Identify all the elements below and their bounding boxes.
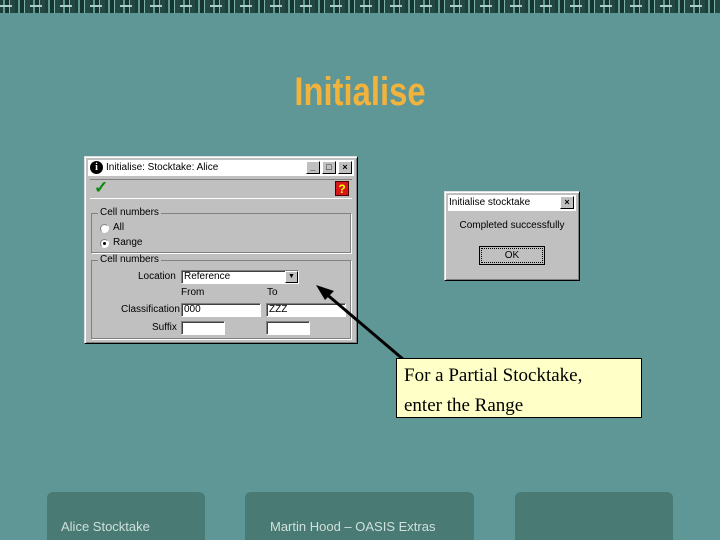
maximize-button[interactable]: □ xyxy=(322,161,336,174)
classification-to-input[interactable]: ZZZ xyxy=(266,303,346,317)
ok-button-label: OK xyxy=(481,248,543,263)
classification-label: Classification xyxy=(121,304,180,315)
cell-numbers-group-2: Cell numbers Location Reference ▼ From T… xyxy=(91,254,351,339)
slide-title: Initialise xyxy=(294,70,426,114)
suffix-from-input[interactable] xyxy=(181,321,225,335)
minimize-button[interactable]: _ xyxy=(306,161,320,174)
close-button[interactable]: × xyxy=(560,196,574,209)
footer-right-box xyxy=(515,492,673,540)
message-window-titlebar[interactable]: Initialise stocktake × xyxy=(448,195,576,211)
radio-range[interactable] xyxy=(100,239,109,248)
suffix-to-input[interactable] xyxy=(266,321,310,335)
cell-numbers-group-1: Cell numbers All Range xyxy=(91,207,351,253)
toolbar: ✓ ? xyxy=(90,178,352,199)
message-window: Initialise stocktake × Completed success… xyxy=(444,191,580,281)
message-text: Completed successfully xyxy=(459,220,565,231)
location-label: Location xyxy=(138,271,176,282)
initialise-window-titlebar[interactable]: i Initialise: Stocktake: Alice _ □ × xyxy=(88,160,354,176)
info-icon: i xyxy=(90,161,103,174)
location-dropdown[interactable]: Reference ▼ xyxy=(181,270,299,284)
suffix-label: Suffix xyxy=(152,322,177,333)
classification-from-input[interactable]: 000 xyxy=(181,303,261,317)
to-label: To xyxy=(267,287,278,298)
radio-range-label: Range xyxy=(113,237,143,248)
from-label: From xyxy=(181,287,205,298)
close-button[interactable]: × xyxy=(338,161,352,174)
location-value: Reference xyxy=(184,271,231,282)
callout-line-2: enter the Range xyxy=(404,395,524,416)
callout-line-1: For a Partial Stocktake, xyxy=(404,365,583,386)
help-icon[interactable]: ? xyxy=(335,181,349,196)
footer-left-text: Alice Stocktake xyxy=(61,519,150,534)
callout-box: For a Partial Stocktake, enter the Range xyxy=(396,358,642,418)
initialise-window: i Initialise: Stocktake: Alice _ □ × ✓ ?… xyxy=(84,156,358,344)
group-label: Cell numbers xyxy=(98,254,161,265)
group-label: Cell numbers xyxy=(98,207,161,218)
decorative-circuit-strip xyxy=(0,0,720,13)
footer-center-text: Martin Hood – OASIS Extras xyxy=(270,519,436,534)
window-title: Initialise: Stocktake: Alice xyxy=(106,162,219,173)
message-window-title: Initialise stocktake xyxy=(449,197,531,208)
chevron-down-icon[interactable]: ▼ xyxy=(285,271,298,283)
radio-all[interactable] xyxy=(100,224,109,233)
ok-button[interactable]: OK xyxy=(479,246,545,265)
check-icon[interactable]: ✓ xyxy=(94,178,108,198)
radio-all-label: All xyxy=(113,222,125,233)
